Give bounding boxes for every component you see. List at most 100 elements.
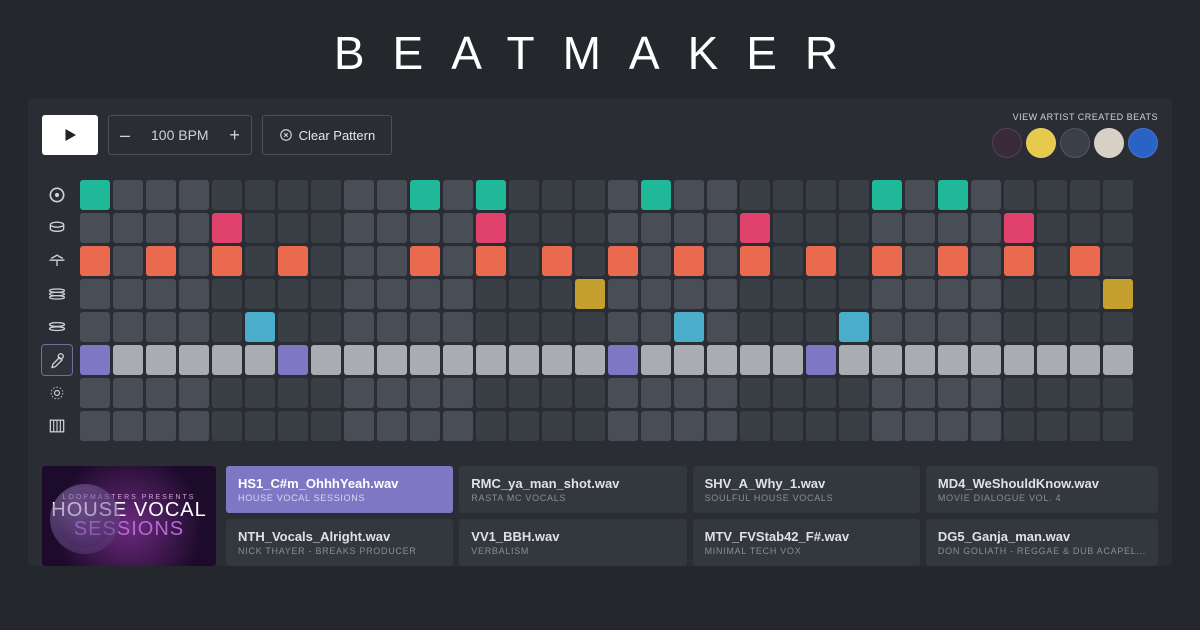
step-cell[interactable]	[1004, 411, 1034, 441]
bpm-increase-button[interactable]: +	[219, 116, 251, 154]
step-cell[interactable]	[278, 246, 308, 276]
step-cell[interactable]	[608, 246, 638, 276]
step-cell[interactable]	[674, 246, 704, 276]
step-cell[interactable]	[740, 345, 770, 375]
step-cell[interactable]	[476, 345, 506, 375]
step-cell[interactable]	[740, 312, 770, 342]
step-cell[interactable]	[1037, 246, 1067, 276]
step-cell[interactable]	[443, 312, 473, 342]
step-cell[interactable]	[509, 411, 539, 441]
step-cell[interactable]	[509, 378, 539, 408]
step-cell[interactable]	[575, 246, 605, 276]
step-cell[interactable]	[212, 411, 242, 441]
step-cell[interactable]	[80, 279, 110, 309]
step-cell[interactable]	[740, 180, 770, 210]
step-cell[interactable]	[740, 279, 770, 309]
step-cell[interactable]	[740, 411, 770, 441]
step-cell[interactable]	[179, 279, 209, 309]
step-cell[interactable]	[476, 279, 506, 309]
step-cell[interactable]	[212, 180, 242, 210]
step-cell[interactable]	[278, 378, 308, 408]
step-cell[interactable]	[707, 180, 737, 210]
step-cell[interactable]	[80, 180, 110, 210]
step-cell[interactable]	[1037, 213, 1067, 243]
step-cell[interactable]	[278, 213, 308, 243]
step-cell[interactable]	[773, 345, 803, 375]
step-cell[interactable]	[773, 312, 803, 342]
step-cell[interactable]	[212, 213, 242, 243]
step-cell[interactable]	[740, 246, 770, 276]
step-cell[interactable]	[674, 345, 704, 375]
step-cell[interactable]	[1004, 378, 1034, 408]
step-cell[interactable]	[1070, 411, 1100, 441]
step-cell[interactable]	[641, 378, 671, 408]
step-cell[interactable]	[377, 213, 407, 243]
step-cell[interactable]	[344, 279, 374, 309]
step-cell[interactable]	[773, 378, 803, 408]
step-cell[interactable]	[278, 345, 308, 375]
step-cell[interactable]	[806, 378, 836, 408]
step-cell[interactable]	[509, 180, 539, 210]
step-cell[interactable]	[509, 279, 539, 309]
step-cell[interactable]	[1037, 345, 1067, 375]
step-cell[interactable]	[608, 279, 638, 309]
step-cell[interactable]	[674, 312, 704, 342]
step-cell[interactable]	[443, 345, 473, 375]
step-cell[interactable]	[971, 312, 1001, 342]
sample-slot[interactable]: MTV_FVStab42_F#.wavMINIMAL TECH VOX	[693, 519, 920, 566]
step-cell[interactable]	[1070, 279, 1100, 309]
sample-slot[interactable]: RMC_ya_man_shot.wavRASTA MC VOCALS	[459, 466, 686, 513]
sample-slot[interactable]: DG5_Ganja_man.wavDON GOLIATH - REGGAE & …	[926, 519, 1158, 566]
step-cell[interactable]	[344, 345, 374, 375]
step-cell[interactable]	[410, 246, 440, 276]
step-cell[interactable]	[80, 312, 110, 342]
step-cell[interactable]	[905, 213, 935, 243]
step-cell[interactable]	[113, 213, 143, 243]
step-cell[interactable]	[245, 279, 275, 309]
step-cell[interactable]	[542, 180, 572, 210]
step-cell[interactable]	[245, 213, 275, 243]
play-button[interactable]	[42, 115, 98, 155]
step-cell[interactable]	[872, 279, 902, 309]
step-cell[interactable]	[839, 345, 869, 375]
step-cell[interactable]	[971, 345, 1001, 375]
step-cell[interactable]	[179, 246, 209, 276]
step-cell[interactable]	[938, 246, 968, 276]
step-cell[interactable]	[1070, 246, 1100, 276]
track-vocal-icon[interactable]	[42, 345, 72, 375]
step-cell[interactable]	[608, 411, 638, 441]
step-cell[interactable]	[245, 378, 275, 408]
step-cell[interactable]	[905, 246, 935, 276]
step-cell[interactable]	[872, 213, 902, 243]
clear-pattern-button[interactable]: Clear Pattern	[262, 115, 393, 155]
step-cell[interactable]	[1103, 378, 1133, 408]
step-cell[interactable]	[1103, 213, 1133, 243]
step-cell[interactable]	[575, 213, 605, 243]
step-cell[interactable]	[1103, 411, 1133, 441]
step-cell[interactable]	[641, 279, 671, 309]
step-cell[interactable]	[377, 378, 407, 408]
step-cell[interactable]	[971, 213, 1001, 243]
step-cell[interactable]	[476, 213, 506, 243]
step-cell[interactable]	[443, 279, 473, 309]
step-cell[interactable]	[971, 411, 1001, 441]
step-cell[interactable]	[971, 180, 1001, 210]
step-cell[interactable]	[410, 345, 440, 375]
sample-slot[interactable]: HS1_C#m_OhhhYeah.wavHOUSE VOCAL SESSIONS	[226, 466, 453, 513]
step-cell[interactable]	[806, 246, 836, 276]
step-cell[interactable]	[179, 345, 209, 375]
step-cell[interactable]	[1037, 180, 1067, 210]
step-cell[interactable]	[80, 345, 110, 375]
step-cell[interactable]	[773, 246, 803, 276]
step-cell[interactable]	[806, 345, 836, 375]
step-cell[interactable]	[212, 246, 242, 276]
step-cell[interactable]	[179, 312, 209, 342]
track-fx-icon[interactable]	[42, 378, 72, 408]
step-cell[interactable]	[773, 411, 803, 441]
step-cell[interactable]	[971, 378, 1001, 408]
step-cell[interactable]	[377, 246, 407, 276]
step-cell[interactable]	[212, 345, 242, 375]
step-cell[interactable]	[344, 180, 374, 210]
step-cell[interactable]	[278, 279, 308, 309]
step-cell[interactable]	[146, 279, 176, 309]
